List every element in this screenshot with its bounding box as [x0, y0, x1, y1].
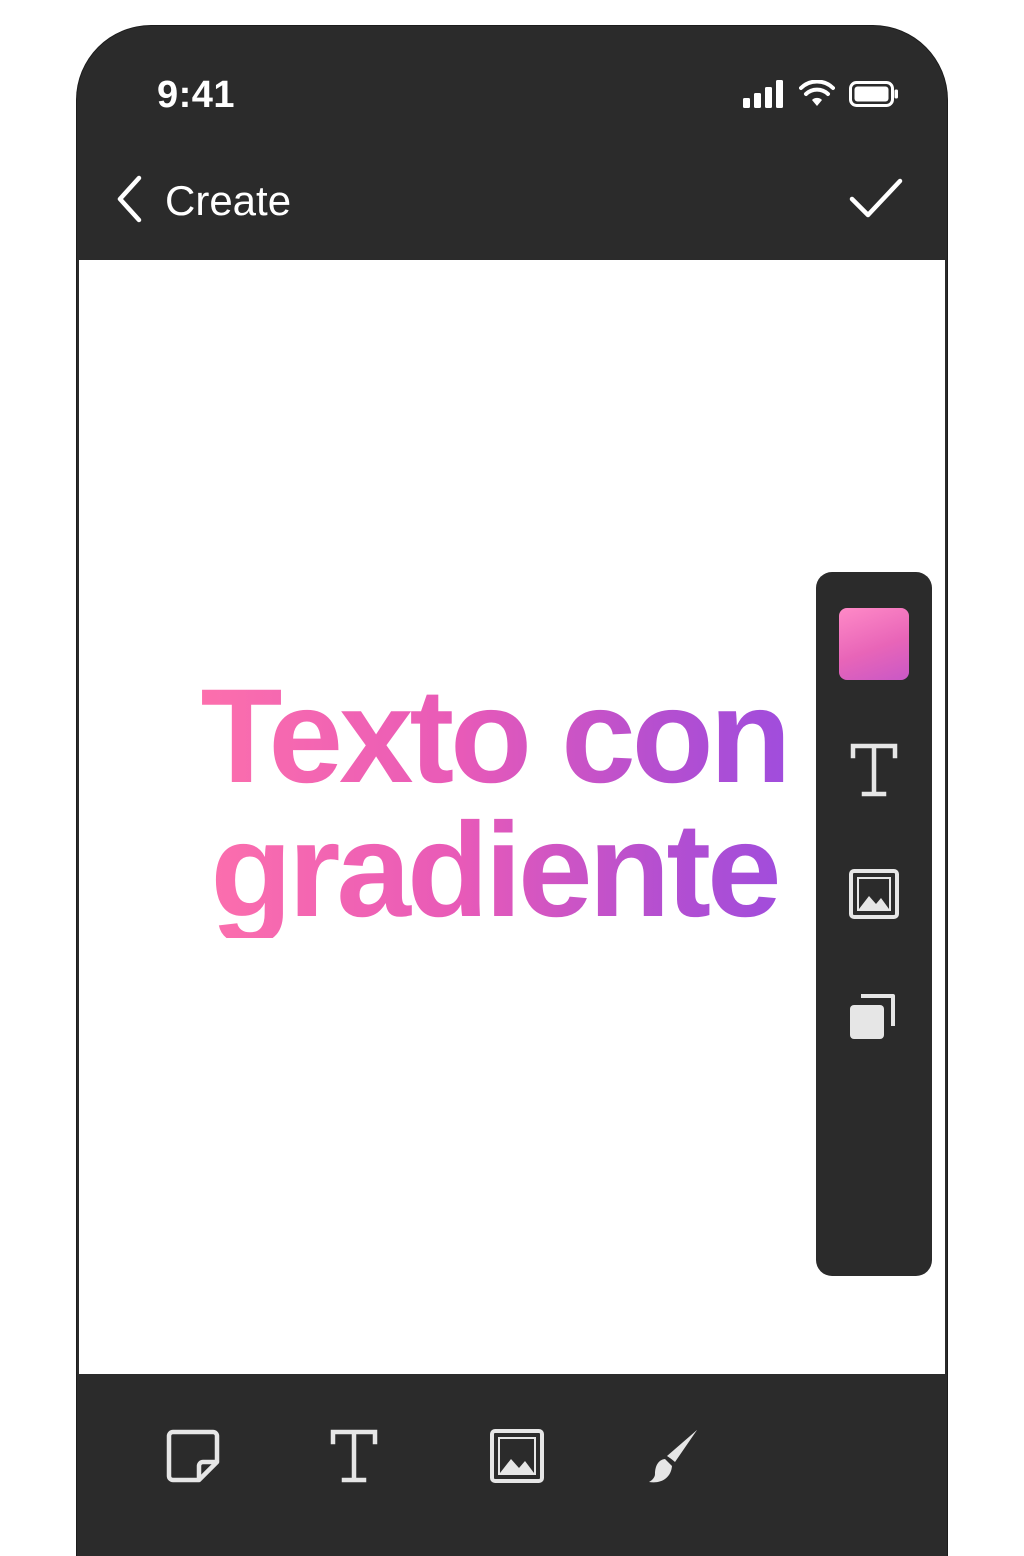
gradient-text-layer[interactable]: Texto con gradiente [164, 670, 824, 938]
back-label: Create [165, 177, 292, 224]
image-icon [489, 1428, 545, 1489]
sticker-button[interactable] [161, 1426, 225, 1490]
color-swatch-button[interactable] [816, 608, 932, 680]
status-bar: 9:41 [77, 26, 947, 146]
image-button[interactable] [816, 868, 932, 925]
sticker-icon [165, 1428, 221, 1489]
brush-icon [647, 1426, 703, 1491]
image-icon [848, 868, 900, 925]
text-style-icon [849, 742, 899, 803]
design-canvas[interactable]: Texto con gradiente [79, 260, 945, 1374]
phone-frame: 9:41 Create Texto con gradiente [77, 26, 947, 1556]
checkmark-icon [848, 177, 904, 226]
done-button[interactable] [841, 166, 911, 236]
battery-icon [849, 81, 899, 112]
layers-button[interactable] [816, 988, 932, 1047]
cellular-signal-icon [743, 80, 785, 113]
text-icon [329, 1428, 379, 1489]
layers-icon [847, 988, 901, 1047]
brush-tool-button[interactable] [643, 1426, 707, 1490]
status-time: 9:41 [157, 74, 236, 116]
side-toolbar [816, 572, 932, 1276]
bottom-toolbar [77, 1374, 947, 1556]
image-tool-button[interactable] [485, 1426, 549, 1490]
text-style-button[interactable] [816, 742, 932, 803]
gradient-swatch [839, 608, 909, 680]
chevron-left-icon [113, 174, 147, 229]
status-icons [743, 79, 899, 113]
text-tool-button[interactable] [322, 1426, 386, 1490]
wifi-icon [799, 79, 835, 113]
nav-bar: Create [77, 156, 947, 260]
back-button[interactable]: Create [113, 166, 291, 236]
